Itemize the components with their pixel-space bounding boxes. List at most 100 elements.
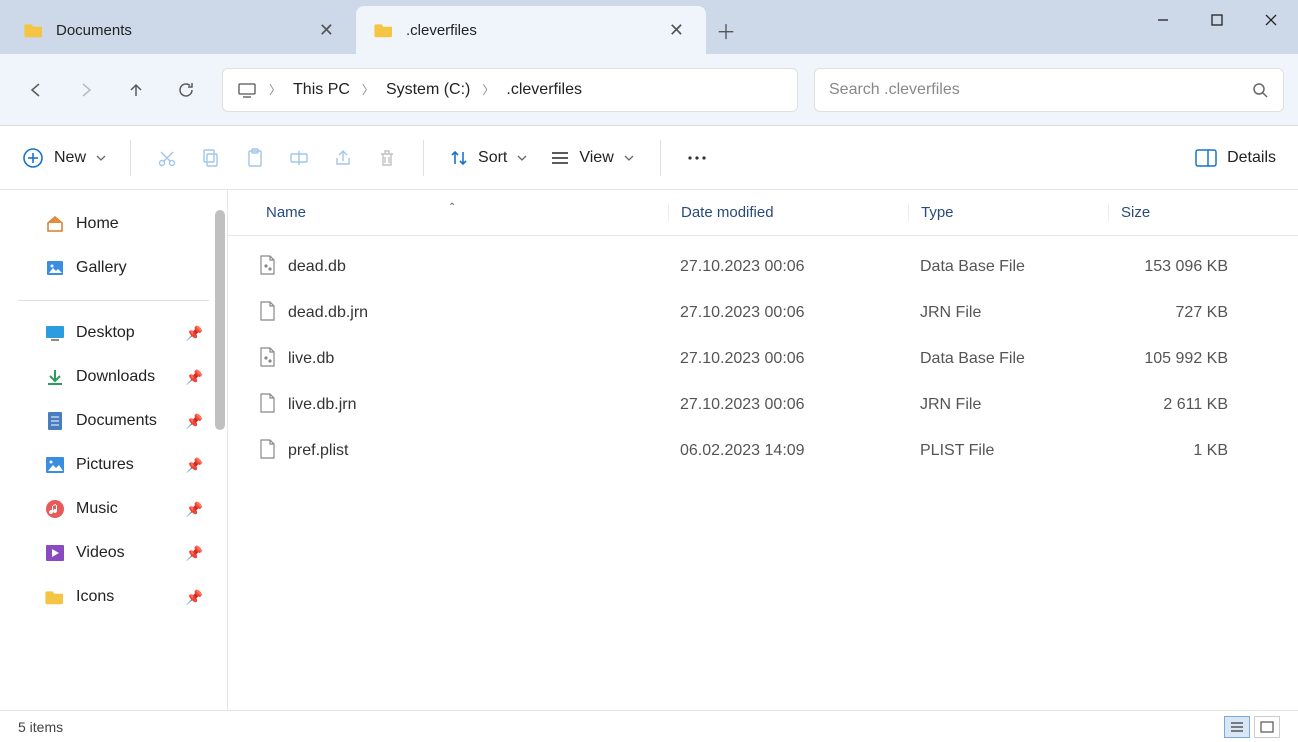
file-date: 27.10.2023 00:06 <box>668 350 908 368</box>
file-type: Data Base File <box>908 350 1108 368</box>
search-input[interactable] <box>829 81 1251 99</box>
column-header-size[interactable]: Size <box>1108 204 1248 221</box>
maximize-button[interactable] <box>1190 0 1244 40</box>
gallery-icon <box>44 257 66 279</box>
pin-icon: 📌 <box>186 457 203 474</box>
copy-button[interactable] <box>189 136 233 180</box>
column-header-date[interactable]: Date modified <box>668 204 908 221</box>
file-name: dead.db <box>288 258 346 276</box>
sidebar-item-videos[interactable]: Videos 📌 <box>0 531 227 575</box>
videos-icon <box>44 542 66 564</box>
table-row[interactable]: dead.db27.10.2023 00:06Data Base File153… <box>228 244 1298 290</box>
tab-cleverfiles[interactable]: .cleverfiles ✕ <box>356 6 706 54</box>
scrollbar-thumb[interactable] <box>215 210 225 430</box>
pin-icon: 📌 <box>186 369 203 386</box>
pc-icon <box>237 82 257 98</box>
column-header-name[interactable]: ⌃ Name <box>228 204 668 221</box>
details-button[interactable]: Details <box>1195 149 1276 167</box>
breadcrumb-this-pc[interactable]: This PC <box>293 81 350 99</box>
sidebar-item-pictures[interactable]: Pictures 📌 <box>0 443 227 487</box>
navbar: 〉 This PC 〉 System (C:) 〉 .cleverfiles <box>0 54 1298 126</box>
file-size: 1 KB <box>1108 442 1248 460</box>
sidebar-item-home[interactable]: Home <box>0 202 227 246</box>
pin-icon: 📌 <box>186 413 203 430</box>
file-icon <box>258 301 276 326</box>
chevron-down-icon <box>517 155 527 161</box>
breadcrumb-cleverfiles[interactable]: .cleverfiles <box>506 81 582 99</box>
close-icon[interactable]: ✕ <box>661 16 692 45</box>
tab-label: .cleverfiles <box>406 22 477 39</box>
more-button[interactable] <box>675 136 719 180</box>
delete-button[interactable] <box>365 136 409 180</box>
documents-icon <box>44 410 66 432</box>
scissors-icon <box>157 148 177 168</box>
file-type: PLIST File <box>908 442 1108 460</box>
sort-button[interactable]: Sort <box>438 149 539 167</box>
breadcrumb-system-c[interactable]: System (C:) <box>386 81 470 99</box>
sidebar-item-downloads[interactable]: Downloads 📌 <box>0 355 227 399</box>
tab-documents[interactable]: Documents ✕ <box>6 6 356 54</box>
back-button[interactable] <box>14 68 58 112</box>
folder-icon <box>44 586 66 608</box>
table-row[interactable]: live.db.jrn27.10.2023 00:06JRN File2 611… <box>228 382 1298 428</box>
pin-icon: 📌 <box>186 545 203 562</box>
share-button[interactable] <box>321 136 365 180</box>
chevron-down-icon <box>624 155 634 161</box>
search-box[interactable] <box>814 68 1284 112</box>
main-area: Home Gallery Desktop 📌 Downloads 📌 Docum… <box>0 190 1298 710</box>
details-label: Details <box>1227 149 1276 167</box>
sidebar-item-music[interactable]: Music 📌 <box>0 487 227 531</box>
close-window-button[interactable] <box>1244 0 1298 40</box>
downloads-icon <box>44 366 66 388</box>
details-view-toggle[interactable] <box>1224 716 1250 738</box>
plus-circle-icon <box>22 147 44 169</box>
file-date: 27.10.2023 00:06 <box>668 258 908 276</box>
file-size: 153 096 KB <box>1108 258 1248 276</box>
music-icon <box>44 498 66 520</box>
sidebar-item-icons[interactable]: Icons 📌 <box>0 575 227 619</box>
status-text: 5 items <box>18 719 63 735</box>
cut-button[interactable] <box>145 136 189 180</box>
file-icon <box>258 347 276 372</box>
new-label: New <box>54 149 86 167</box>
up-button[interactable] <box>114 68 158 112</box>
refresh-button[interactable] <box>164 68 208 112</box>
sidebar-item-gallery[interactable]: Gallery <box>0 246 227 290</box>
search-icon <box>1251 81 1269 99</box>
new-tab-button[interactable]: ＋ <box>706 6 746 54</box>
close-icon[interactable]: ✕ <box>311 16 342 45</box>
file-date: 27.10.2023 00:06 <box>668 304 908 322</box>
file-type: JRN File <box>908 396 1108 414</box>
sidebar-item-desktop[interactable]: Desktop 📌 <box>0 311 227 355</box>
sidebar-divider <box>18 300 209 301</box>
window-controls <box>1136 0 1298 40</box>
file-name: live.db <box>288 350 334 368</box>
chevron-right-icon[interactable]: 〉 <box>478 81 498 98</box>
address-bar[interactable]: 〉 This PC 〉 System (C:) 〉 .cleverfiles <box>222 68 798 112</box>
chevron-right-icon[interactable]: 〉 <box>265 81 285 98</box>
rename-button[interactable] <box>277 136 321 180</box>
copy-icon <box>201 148 221 168</box>
column-header-type[interactable]: Type <box>908 204 1108 221</box>
pin-icon: 📌 <box>186 589 203 606</box>
sidebar-item-documents[interactable]: Documents 📌 <box>0 399 227 443</box>
paste-button[interactable] <box>233 136 277 180</box>
file-type: JRN File <box>908 304 1108 322</box>
column-headers: ⌃ Name Date modified Type Size <box>228 190 1298 236</box>
table-row[interactable]: dead.db.jrn27.10.2023 00:06JRN File727 K… <box>228 290 1298 336</box>
icons-view-toggle[interactable] <box>1254 716 1280 738</box>
clipboard-icon <box>245 148 265 168</box>
chevron-right-icon[interactable]: 〉 <box>358 81 378 98</box>
file-name: dead.db.jrn <box>288 304 368 322</box>
folder-icon <box>374 22 394 38</box>
table-row[interactable]: pref.plist06.02.2023 14:09PLIST File1 KB <box>228 428 1298 474</box>
sidebar-item-label: Pictures <box>76 456 134 474</box>
sidebar-item-label: Music <box>76 500 118 518</box>
forward-button[interactable] <box>64 68 108 112</box>
tab-label: Documents <box>56 22 132 39</box>
new-button[interactable]: New <box>22 147 116 169</box>
view-button[interactable]: View <box>539 149 645 167</box>
sort-ascending-icon: ⌃ <box>448 202 456 213</box>
minimize-button[interactable] <box>1136 0 1190 40</box>
table-row[interactable]: live.db27.10.2023 00:06Data Base File105… <box>228 336 1298 382</box>
